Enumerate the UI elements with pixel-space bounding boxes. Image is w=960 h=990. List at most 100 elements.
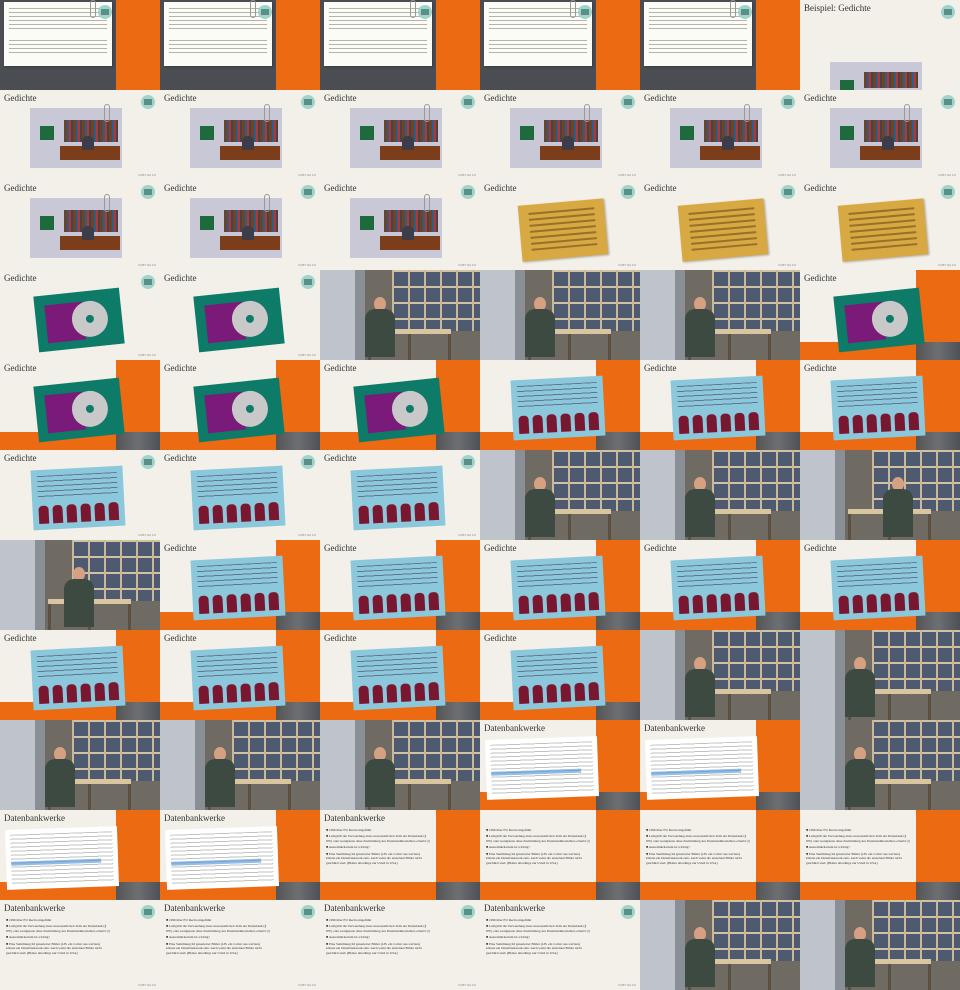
video-frame[interactable] [480, 270, 640, 360]
video-frame[interactable]: 1996 über EU Recht eingeführt Lediglich d… [640, 810, 800, 900]
video-frame[interactable]: Beispiel: Gedichte [800, 0, 960, 90]
video-frame[interactable] [480, 450, 640, 540]
video-frame[interactable]: 1996 über EU Recht eingeführt Lediglich d… [800, 810, 960, 900]
video-frame[interactable]: Gedichte [480, 540, 640, 630]
video-frame[interactable]: Datenbankwerke [160, 810, 320, 900]
video-frame[interactable] [640, 450, 800, 540]
video-frame[interactable]: Datenbankwerke 1996 über EU Recht eingefü… [320, 810, 480, 900]
video-frame[interactable]: Gedichte CCBY-SA 4.0 [160, 90, 320, 180]
logo-icon [621, 95, 635, 109]
video-frame[interactable]: Datenbankwerke CCBY-SA 4.0 1996 über EU Re… [0, 900, 160, 990]
video-frame[interactable] [800, 630, 960, 720]
camera-shot [640, 270, 800, 360]
video-frame[interactable] [480, 0, 640, 90]
choir-member [358, 595, 370, 615]
video-frame[interactable]: Gedichte CCBY-SA 4.0 [320, 450, 480, 540]
video-frame[interactable]: Gedichte CCBY-SA 4.0 [640, 90, 800, 180]
video-frame[interactable] [480, 360, 640, 450]
slide-title: Gedichte [324, 183, 357, 193]
video-frame[interactable]: Gedichte [320, 630, 480, 720]
slide: Gedichte CCBY-SA 4.0 [0, 90, 160, 180]
speaker [364, 297, 395, 357]
video-frame[interactable]: Gedichte [480, 630, 640, 720]
slide: Gedichte CCBY-SA 4.0 [160, 90, 320, 180]
video-frame[interactable]: Gedichte [800, 270, 960, 360]
video-frame[interactable] [320, 0, 480, 90]
quote-card [190, 465, 286, 531]
video-frame[interactable]: Gedichte CCBY-SA 4.0 [160, 450, 320, 540]
video-frame[interactable]: Datenbankwerke CCBY-SA 4.0 1996 über EU Re… [160, 900, 320, 990]
speaker-body [364, 309, 395, 357]
logo-icon [621, 905, 635, 919]
video-frame[interactable] [800, 450, 960, 540]
slide-title: Datenbankwerke [484, 903, 545, 913]
video-frame[interactable] [640, 270, 800, 360]
video-frame[interactable]: Gedichte CCBY-SA 4.0 [800, 90, 960, 180]
choir-member [748, 591, 760, 611]
slide: Gedichte CCBY-SA 4.0 [480, 90, 640, 180]
video-frame[interactable]: 1996 über EU Recht eingeführt Lediglich d… [480, 810, 640, 900]
choir [678, 591, 760, 615]
choir-member [720, 413, 732, 432]
video-frame[interactable]: Gedichte CCBY-SA 4.0 [800, 180, 960, 270]
video-frame[interactable]: Gedichte CCBY-SA 4.0 [640, 180, 800, 270]
slide: Gedichte [160, 360, 320, 450]
video-frame[interactable] [160, 0, 320, 90]
video-frame[interactable] [320, 720, 480, 810]
video-frame[interactable] [0, 720, 160, 810]
video-frame[interactable]: Gedichte [0, 360, 160, 450]
video-frame[interactable]: Gedichte CCBY-SA 4.0 [0, 180, 160, 270]
video-frame[interactable] [320, 270, 480, 360]
video-frame[interactable]: Gedichte CCBY-SA 4.0 [0, 90, 160, 180]
video-frame[interactable]: Gedichte [640, 540, 800, 630]
video-frame[interactable]: Gedichte CCBY-SA 4.0 [160, 180, 320, 270]
video-frame[interactable]: Datenbankwerke [640, 720, 800, 810]
person [882, 136, 894, 150]
bullet-item: 1996 über EU Recht eingeführt [806, 828, 910, 832]
video-frame[interactable]: Gedichte CCBY-SA 4.0 [480, 90, 640, 180]
video-frame[interactable]: Gedichte CCBY-SA 4.0 [480, 180, 640, 270]
choir-member [706, 594, 718, 613]
cd-card [193, 287, 285, 353]
video-frame[interactable] [640, 0, 800, 90]
bullet-item: Eine Sammlung KI generierter Bilder (z.B… [326, 852, 430, 865]
cd-card [33, 377, 125, 443]
video-frame[interactable]: Gedichte CCBY-SA 4.0 [160, 270, 320, 360]
choir-member [880, 593, 892, 612]
speaker [844, 747, 875, 807]
logo-icon [781, 95, 795, 109]
choir-member [414, 502, 426, 522]
video-frame[interactable]: Gedichte [320, 360, 480, 450]
video-frame[interactable]: Gedichte [160, 360, 320, 450]
video-frame[interactable]: Datenbankwerke CCBY-SA 4.0 1996 über EU Re… [480, 900, 640, 990]
choir-member [94, 682, 106, 702]
video-frame[interactable] [0, 0, 160, 90]
video-frame[interactable] [800, 900, 960, 990]
video-frame[interactable] [800, 720, 960, 810]
video-frame[interactable]: Gedichte [320, 540, 480, 630]
video-frame[interactable] [0, 540, 160, 630]
video-frame[interactable]: Gedichte [160, 540, 320, 630]
video-frame[interactable]: Gedichte [800, 360, 960, 450]
speaker [844, 657, 875, 717]
choir [358, 681, 440, 705]
video-frame[interactable]: Gedichte CCBY-SA 4.0 [320, 180, 480, 270]
video-frame[interactable] [640, 630, 800, 720]
video-frame[interactable]: Gedichte CCBY-SA 4.0 [320, 90, 480, 180]
video-frame[interactable]: Datenbankwerke [480, 720, 640, 810]
text-line [649, 52, 747, 53]
video-frame[interactable]: Gedichte CCBY-SA 4.0 [0, 450, 160, 540]
choir-member [198, 685, 210, 705]
video-frame[interactable]: Gedichte [640, 360, 800, 450]
video-frame[interactable] [160, 720, 320, 810]
video-frame[interactable]: Datenbankwerke CCBY-SA 4.0 1996 über EU Re… [320, 900, 480, 990]
video-frame[interactable]: Gedichte CCBY-SA 4.0 [0, 270, 160, 360]
video-frame[interactable]: Gedichte [800, 540, 960, 630]
video-frame[interactable]: Gedichte [0, 630, 160, 720]
camera-shot [480, 270, 640, 360]
slide: 1996 über EU Recht eingeführt Lediglich d… [480, 810, 640, 900]
video-frame[interactable]: Datenbankwerke [0, 810, 160, 900]
video-frame[interactable] [640, 900, 800, 990]
bullet-item: Eine Sammlung KI generierter Bilder (z.B… [486, 942, 590, 955]
video-frame[interactable]: Gedichte [160, 630, 320, 720]
